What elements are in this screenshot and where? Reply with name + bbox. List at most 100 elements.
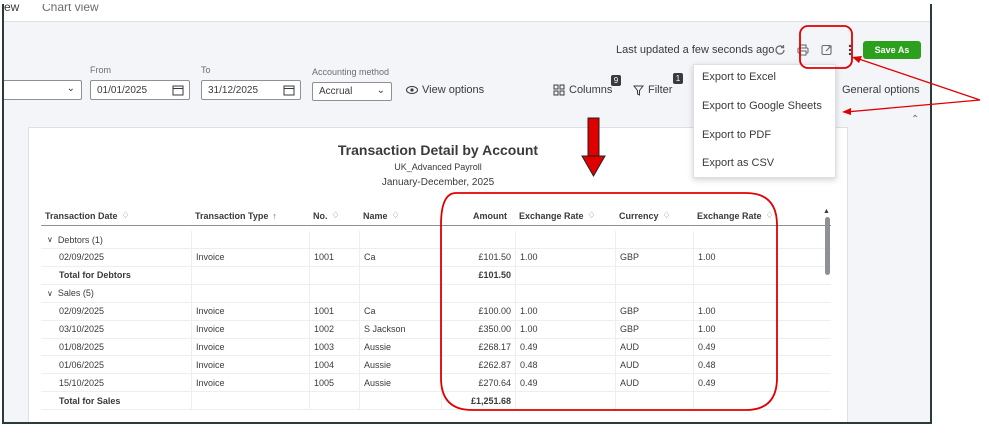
scroll-up-icon[interactable]: ▲ [823,208,830,215]
cell-transaction-type: Invoice [191,302,309,320]
cell-currency [615,392,693,410]
collapse-chevron-icon[interactable]: ⌃ [911,114,919,125]
export-csv-item[interactable]: Export as CSV [702,157,774,169]
expand-chevron-icon[interactable]: ∨ [47,235,53,244]
column-header-label: Currency [619,210,659,221]
column-header-currency[interactable]: Currency ♢ [615,206,693,225]
export-icon[interactable] [819,42,835,58]
cell-text: Invoice [196,324,225,334]
cell-transaction-type: Invoice [191,374,309,392]
tab-report-view[interactable]: ew [4,4,19,14]
column-header-label: Exchange Rate [519,210,584,221]
cell-transaction-type: Invoice [191,338,309,356]
cell-currency: GBP [615,320,693,338]
sort-icon[interactable]: ♢ [588,210,596,221]
sort-icon[interactable]: ↑ [272,211,277,221]
cell-amount: £268.17 [441,338,515,356]
cell-exchange-rate: 0.48 [515,356,615,374]
sort-icon[interactable]: ♢ [766,210,774,221]
app-frame: ew Chart view Last updated a few seconds… [2,4,932,424]
column-header-exchange-rate-2[interactable]: Exchange Rate ♢ [693,206,783,225]
cell-amount: £270.64 [441,374,515,392]
table-row: 02/09/2025 Invoice 1001 Ca £101.50 1.00 GBP 1.0… [41,248,831,267]
cell-number [309,284,359,302]
sort-icon[interactable]: ♢ [392,210,400,221]
cell-text: 1005 [314,377,335,388]
refresh-icon[interactable] [772,42,788,58]
cell-name: Ca [359,302,441,320]
filter-button[interactable]: Filter [633,84,672,96]
sort-icon[interactable]: ♢ [332,210,340,221]
view-options-label: View options [422,84,485,96]
cell-text: 1002 [314,324,335,334]
cell-text: Sales (5) [57,288,94,299]
cell-transaction-date: 01/08/2025 [41,338,191,355]
column-header-name[interactable]: Name ♢ [359,206,441,225]
group-header-row[interactable]: ∨ Debtors (1) [41,231,831,249]
cell-currency: AUD [615,356,693,374]
cell-number: 1001 [309,302,359,320]
column-header-transaction-date[interactable]: Transaction Date ♢ [41,206,191,225]
cell-text: £268.17 [478,341,511,352]
cell-text: 0.49 [520,341,538,352]
export-pdf-item[interactable]: Export to PDF [702,129,771,141]
columns-button[interactable]: Columns [553,84,612,96]
cell-transaction-date: 01/06/2025 [41,356,191,373]
cell-currency [615,231,693,248]
cell-transaction-type [191,392,309,410]
to-label: To [201,65,211,75]
general-options-button[interactable]: General options [832,84,920,96]
cell-text: Aussie [364,359,392,370]
cell-text: Aussie [364,377,392,388]
cell-text: Total for Sales [59,395,121,406]
cell-text: £101.50 [478,252,511,263]
last-updated-text: Last updated a few seconds ago [616,44,775,56]
cell-amount [441,284,515,302]
cell-name: Aussie [359,338,441,356]
save-as-button[interactable]: Save As [863,41,921,59]
tab-chart-view[interactable]: Chart view [42,4,99,14]
table-row: 02/09/2025 Invoice 1001 Ca £100.00 1.00 GBP 1.0… [41,302,831,321]
export-excel-item[interactable]: Export to Excel [702,71,776,83]
group-header-row[interactable]: ∨ Sales (5) [41,284,831,303]
cell-name: S Jackson [359,320,441,338]
cell-name: Ca [359,248,441,266]
cell-number [309,392,359,410]
print-icon[interactable] [795,42,811,58]
from-date-value: 01/01/2025 [97,84,148,96]
cell-text: 01/06/2025 [59,359,105,370]
sort-icon[interactable]: ♢ [122,210,130,221]
cell-currency: GBP [615,302,693,320]
column-header-amount[interactable]: Amount [441,206,515,225]
cell-text: 0.49 [698,377,716,388]
cell-text: AUD [620,359,640,370]
general-options-label: General options [842,84,920,96]
calendar-icon[interactable] [283,84,295,99]
accounting-method-select[interactable]: Accrual ⌄ [312,82,392,101]
view-options-button[interactable]: View options [406,84,484,96]
cell-text: £350.00 [478,324,511,334]
column-header-exchange-rate[interactable]: Exchange Rate ♢ [515,206,615,225]
to-date-input[interactable]: 31/12/2025 [201,80,301,100]
cell-text: GBP [620,324,640,334]
column-header-transaction-type[interactable]: Transaction Type ↑ [191,206,309,225]
calendar-icon[interactable] [172,84,184,99]
cell-text: £100.00 [478,306,511,317]
cell-text: 01/08/2025 [59,341,105,352]
from-date-input[interactable]: 01/01/2025 [90,80,190,100]
expand-chevron-icon[interactable]: ∨ [47,289,53,298]
scrollbar-thumb[interactable] [825,217,830,275]
sort-icon[interactable]: ♢ [663,210,671,221]
cell-exchange-rate-2: 1.00 [693,320,783,338]
more-options-icon[interactable] [842,42,858,58]
cell-transaction-type: Invoice [191,356,309,374]
cell-text: Invoice [196,306,225,317]
column-header-number[interactable]: No. ♢ [309,206,359,225]
cell-text: Total for Debtors [59,270,131,281]
report-period-select[interactable]: ⌄ [4,80,82,100]
export-google-sheets-item[interactable]: Export to Google Sheets [702,100,822,112]
table-row: 15/10/2025 Invoice 1005 Aussie £270.64 0.49 AU… [41,374,831,393]
cell-transaction-date: 02/09/2025 [41,249,191,266]
to-date-value: 31/12/2025 [208,84,259,96]
cell-text: 1.00 [520,252,538,263]
